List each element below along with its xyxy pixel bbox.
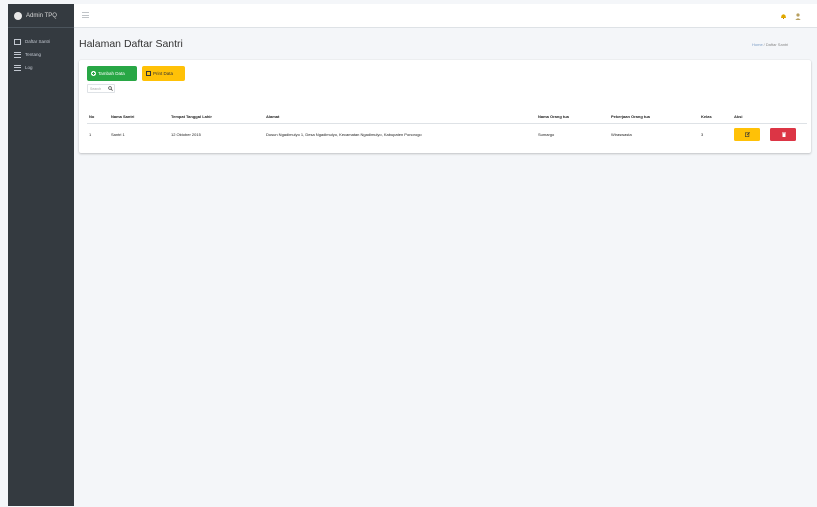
plus-circle-icon bbox=[91, 71, 96, 76]
edit-icon bbox=[745, 131, 750, 137]
list-icon bbox=[14, 64, 21, 71]
add-data-button[interactable]: Tambah Data bbox=[87, 66, 137, 81]
search-input[interactable] bbox=[88, 85, 107, 92]
list-icon bbox=[14, 51, 21, 58]
cell-no: 1 bbox=[89, 131, 92, 137]
column-header-alamat: Alamat bbox=[264, 110, 536, 124]
delete-button[interactable] bbox=[770, 127, 796, 141]
column-header-no: No bbox=[87, 110, 109, 124]
cell-pekerjaan-ortu: Wiraswasta bbox=[611, 131, 632, 137]
column-header-aksi: Aksi bbox=[732, 110, 807, 124]
brand-link[interactable]: Admin TPQ bbox=[8, 4, 74, 28]
search-button[interactable] bbox=[107, 85, 114, 92]
print-data-label: Print Data bbox=[153, 71, 174, 76]
cell-nama-ortu: Sumargo bbox=[538, 131, 555, 137]
search-box bbox=[87, 84, 115, 93]
santri-table: No Nama Santri Tempat Tanggal Lahir Alam… bbox=[87, 110, 807, 145]
sidebar-item-label: Log bbox=[25, 65, 33, 70]
column-header-ttl: Tempat Tanggal Lahir bbox=[169, 110, 264, 124]
column-header-kelas: Kelas bbox=[699, 110, 732, 124]
sidebar-item-label: Daftar Santri bbox=[25, 39, 51, 44]
top-navbar bbox=[74, 4, 817, 28]
brand-logo-icon bbox=[14, 11, 22, 20]
hamburger-menu-icon[interactable] bbox=[82, 12, 89, 18]
cell-kelas: 3 bbox=[701, 131, 704, 137]
cell-ttl: 12 Oktober 2015 bbox=[171, 131, 201, 137]
printer-icon bbox=[146, 71, 151, 76]
cell-alamat: Dusun Ngadimulyo 1, Desa Ngadimulyo, Kec… bbox=[266, 131, 422, 137]
edit-button[interactable] bbox=[734, 127, 760, 141]
column-header-pekerjaan-ortu: Pekerjaan Orang tua bbox=[609, 110, 699, 124]
sidebar-item-daftar-santri[interactable]: Daftar Santri bbox=[8, 35, 74, 48]
search-icon bbox=[108, 86, 113, 91]
breadcrumb-home-link[interactable]: Home bbox=[752, 42, 763, 47]
column-header-nama-ortu: Nama Orang tua bbox=[536, 110, 609, 124]
breadcrumb: Home/Daftar Santri bbox=[752, 42, 788, 47]
sidebar-nav: Daftar Santri Tentang Log bbox=[8, 28, 74, 74]
trash-icon bbox=[781, 132, 786, 137]
sidebar-item-tentang[interactable]: Tentang bbox=[8, 48, 74, 61]
sidebar: Admin TPQ Daftar Santri Tentang Log bbox=[8, 4, 74, 506]
print-data-button[interactable]: Print Data bbox=[142, 66, 185, 81]
cell-nama-santri: Santri 1 bbox=[111, 131, 125, 137]
sidebar-item-label: Tentang bbox=[25, 52, 42, 57]
bell-icon[interactable] bbox=[780, 13, 787, 19]
add-data-label: Tambah Data bbox=[98, 71, 125, 76]
table-header-row: No Nama Santri Tempat Tanggal Lahir Alam… bbox=[87, 110, 807, 124]
column-header-nama-santri: Nama Santri bbox=[109, 110, 169, 124]
cell-aksi bbox=[732, 123, 807, 145]
breadcrumb-current: Daftar Santri bbox=[765, 42, 789, 47]
table-row: 1 Santri 1 12 Oktober 2015 Dusun Ngadimu… bbox=[87, 123, 807, 145]
id-card-icon bbox=[14, 38, 21, 45]
brand-title: Admin TPQ bbox=[26, 12, 57, 19]
santri-card: Tambah Data Print Data No Nama Santri Te… bbox=[79, 60, 811, 153]
user-icon[interactable] bbox=[795, 13, 801, 20]
page-title: Halaman Daftar Santri bbox=[79, 38, 183, 50]
sidebar-item-log[interactable]: Log bbox=[8, 61, 74, 74]
